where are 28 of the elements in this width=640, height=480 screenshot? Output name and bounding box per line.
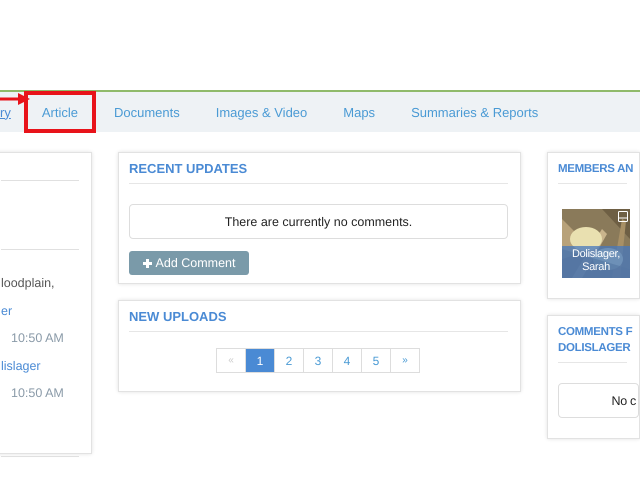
author-link[interactable]: er <box>1 298 79 325</box>
section-title: COMMENTS F DOLISLAGER <box>558 325 632 356</box>
nav-tab[interactable]: Documents <box>96 91 198 133</box>
activity-text: loodplain, <box>1 275 56 292</box>
section-title: MEMBERS AN <box>558 162 634 177</box>
timestamp: 10:50 AM <box>10 385 65 402</box>
nav-tab[interactable]: Summaries & Reports <box>393 91 556 133</box>
empty-message: There are currently no comments. <box>129 204 508 239</box>
page-link[interactable]: 1 <box>245 348 275 373</box>
section-title: NEW UPLOADS <box>129 301 508 332</box>
page-link[interactable]: 3 <box>303 348 333 373</box>
breadcrumb-link[interactable]: ry <box>0 104 11 120</box>
empty-message: No c <box>558 383 639 418</box>
timestamp: 10:50 AM <box>10 330 65 347</box>
next-page-link[interactable]: » <box>390 348 420 373</box>
add-comment-button[interactable]: Add Comment <box>129 251 249 275</box>
member-tile[interactable]: Dolislager, Sarah <box>562 209 630 278</box>
nav-tab[interactable]: Images & Video <box>198 91 326 133</box>
plus-icon <box>142 258 152 268</box>
page-link[interactable]: 2 <box>274 348 304 373</box>
page-link[interactable]: 5 <box>361 348 391 373</box>
member-name: Dolislager, Sarah <box>562 246 630 278</box>
author-link[interactable]: lislager <box>1 352 79 380</box>
nav-tab[interactable]: Maps <box>325 91 394 133</box>
section-title: RECENT UPDATES <box>129 153 508 184</box>
page-link[interactable]: 4 <box>332 348 362 373</box>
nav-tab[interactable]: Article <box>24 91 96 133</box>
arrow-icon <box>0 93 30 105</box>
